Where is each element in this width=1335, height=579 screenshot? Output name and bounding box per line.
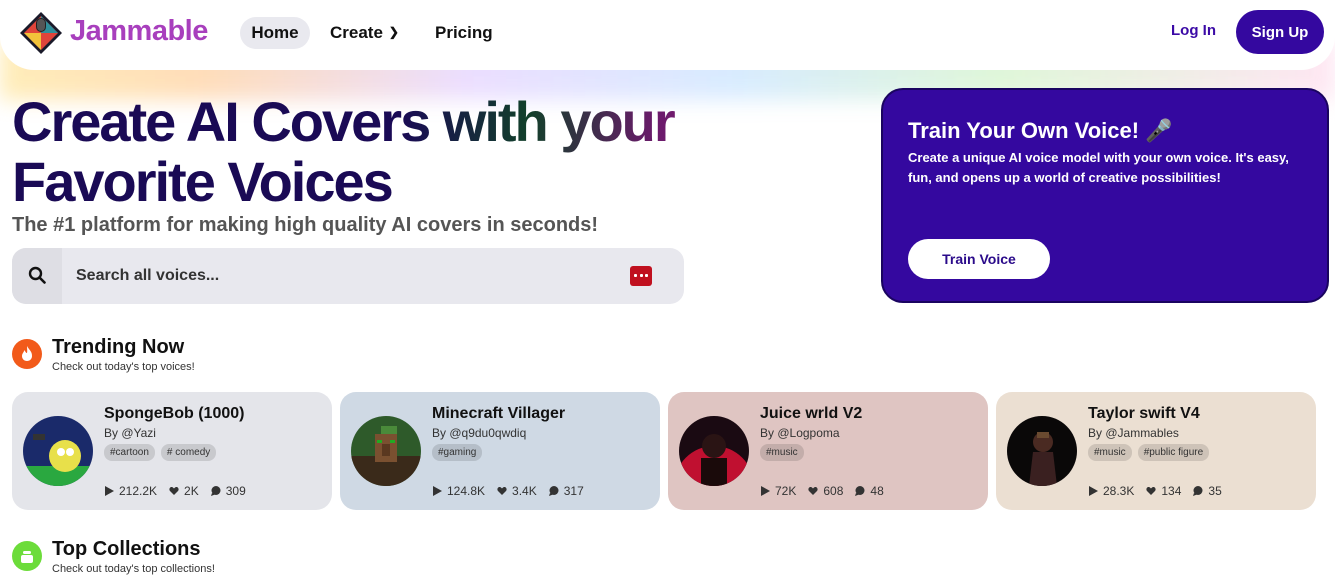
voice-tags: #cartoon # comedy <box>104 444 217 461</box>
voice-author[interactable]: By @Logpoma <box>760 426 840 440</box>
voice-avatar <box>679 416 749 486</box>
likes-count: 608 <box>823 484 844 498</box>
comments-count: 309 <box>225 484 246 498</box>
collections-subtitle: Check out today's top collections! <box>52 563 215 575</box>
voice-stats: 28.3K 134 35 <box>1088 484 1222 498</box>
comment-icon <box>210 486 221 496</box>
voice-avatar <box>23 416 93 486</box>
comment-icon <box>855 486 865 496</box>
voice-name: Juice wrld V2 <box>760 405 863 422</box>
search-icon[interactable] <box>28 266 46 284</box>
likes-stat: 608 <box>808 484 843 498</box>
plays-stat: 28.3K <box>1088 484 1134 498</box>
voice-stats: 72K 608 48 <box>760 484 884 498</box>
nav-create-label: Create <box>330 23 383 42</box>
voice-card[interactable]: Taylor swift V4 By @Jammables #music #pu… <box>996 392 1316 510</box>
search-input[interactable] <box>76 262 616 290</box>
login-link[interactable]: Log In <box>1171 22 1216 39</box>
play-icon <box>761 486 770 496</box>
comment-icon <box>1193 486 1203 496</box>
plays-stat: 72K <box>760 484 796 498</box>
promo-title: Train Your Own Voice! 🎤 <box>908 118 1173 143</box>
comments-stat: 48 <box>855 484 884 498</box>
voice-author[interactable]: By @q9du0qwdiq <box>432 426 526 440</box>
hero-title: Create AI Covers with your Favorite Voic… <box>12 92 872 212</box>
nav-home[interactable]: Home <box>240 17 310 49</box>
top-navbar: Jammable Home Create ❯ Pricing Log In Sig… <box>0 0 1335 70</box>
collections-title: Top Collections <box>52 538 201 560</box>
jammable-logo-icon[interactable] <box>18 10 64 56</box>
plays-count: 124.8K <box>447 484 486 498</box>
fire-icon <box>12 339 42 369</box>
tag[interactable]: #cartoon <box>104 444 155 461</box>
voice-stats: 124.8K 3.4K 317 <box>432 484 584 498</box>
likes-count: 134 <box>1161 484 1182 498</box>
heart-icon <box>808 486 818 495</box>
signup-button[interactable]: Sign Up <box>1236 10 1324 54</box>
hero-subtitle: The #1 platform for making high quality … <box>12 214 599 236</box>
voice-tags: #music <box>760 444 804 461</box>
train-voice-promo: Train Your Own Voice! 🎤 Create a unique … <box>881 88 1329 303</box>
promo-description: Create a unique AI voice model with your… <box>908 150 1289 185</box>
comments-count: 317 <box>563 484 584 498</box>
plays-count: 72K <box>775 484 797 498</box>
voice-tags: #music #public figure <box>1088 444 1210 461</box>
brand-name[interactable]: Jammable <box>70 15 208 48</box>
search-bar[interactable] <box>12 248 684 304</box>
comments-stat: 309 <box>210 484 246 498</box>
likes-stat: 3.4K <box>497 484 537 498</box>
train-voice-button[interactable]: Train Voice <box>908 239 1050 279</box>
chevron-down-icon: ❯ <box>388 25 399 39</box>
voice-card[interactable]: Juice wrld V2 By @Logpoma #music 72K 608… <box>668 392 988 510</box>
likes-stat: 2K <box>169 484 199 498</box>
comments-stat: 317 <box>548 484 584 498</box>
comments-count: 48 <box>870 484 884 498</box>
tag[interactable]: # comedy <box>160 444 217 461</box>
trending-subtitle: Check out today's top voices! <box>52 361 195 373</box>
voice-stats: 212.2K 2K 309 <box>104 484 246 498</box>
comment-icon <box>548 486 559 496</box>
voice-name: Taylor swift V4 <box>1088 405 1200 422</box>
voice-card[interactable]: Minecraft Villager By @q9du0qwdiq #gamin… <box>340 392 660 510</box>
nav-create[interactable]: Create ❯ <box>330 17 399 49</box>
tag[interactable]: #music <box>1088 444 1132 461</box>
voice-card[interactable]: SpongeBob (1000) By @Yazi #cartoon # com… <box>12 392 332 510</box>
voice-author[interactable]: By @Yazi <box>104 426 156 440</box>
nav-pricing[interactable]: Pricing <box>435 17 493 49</box>
tag[interactable]: #public figure <box>1137 444 1210 461</box>
likes-stat: 134 <box>1146 484 1181 498</box>
comments-count: 35 <box>1208 484 1222 498</box>
heart-icon <box>497 486 507 495</box>
play-icon <box>1089 486 1098 496</box>
trending-title: Trending Now <box>52 336 185 358</box>
collection-icon <box>12 541 42 571</box>
heart-icon <box>1146 486 1156 495</box>
voice-name: SpongeBob (1000) <box>104 405 245 422</box>
heart-icon <box>169 486 179 495</box>
voice-author[interactable]: By @Jammables <box>1088 426 1179 440</box>
play-icon <box>433 486 442 496</box>
play-icon <box>105 486 114 496</box>
plays-count: 28.3K <box>1103 484 1135 498</box>
voice-avatar <box>1007 416 1077 486</box>
tag[interactable]: #music <box>760 444 804 461</box>
plays-count: 212.2K <box>119 484 158 498</box>
voice-tags: #gaming <box>432 444 483 461</box>
plays-stat: 212.2K <box>104 484 157 498</box>
tag[interactable]: #gaming <box>432 444 483 461</box>
voice-name: Minecraft Villager <box>432 405 566 422</box>
likes-count: 2K <box>184 484 199 498</box>
voice-avatar <box>351 416 421 486</box>
comments-stat: 35 <box>1193 484 1222 498</box>
likes-count: 3.4K <box>512 484 537 498</box>
keyboard-shortcut-icon[interactable] <box>630 266 652 286</box>
plays-stat: 124.8K <box>432 484 485 498</box>
